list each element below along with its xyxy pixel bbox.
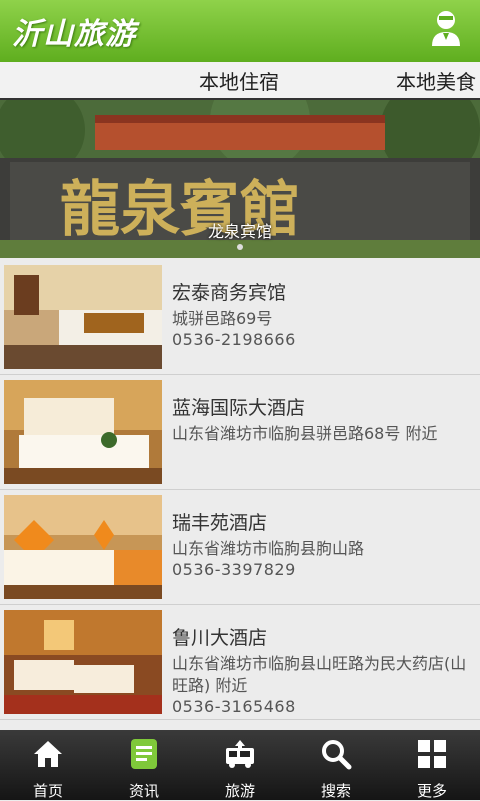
hotel-address: 山东省潍坊市临朐县朐山路 [172,539,365,558]
nav-search-label: 搜索 [320,782,351,800]
hotel-name: 蓝海国际大酒店 [172,397,306,419]
nav-home-label: 首页 [32,782,63,800]
banner-page-indicator [237,244,243,250]
hotel-thumbnail [4,265,162,369]
hotel-item[interactable]: 宏泰商务宾馆 城骈邑路69号 0536-2198666 [0,260,480,375]
nav-travel[interactable]: 旅游 [192,730,288,800]
app-header: 沂山旅游 [0,0,480,62]
hotel-thumbnail [4,610,162,714]
app-title: 沂山旅游 [12,17,136,52]
hotel-item[interactable]: 瑞丰苑酒店 山东省潍坊市临朐县朐山路 0536-3397829 [0,490,480,605]
hotel-address: 山东省潍坊市临朐县骈邑路68号 附近 [172,424,438,443]
hotel-thumbnail [4,495,162,599]
user-icon[interactable] [430,10,462,48]
hotel-address: 山东省潍坊市临朐县山旺路为民大药店(山旺路) 附近 [172,654,467,695]
hotel-thumbnail [4,380,162,484]
nav-news[interactable]: 资讯 [96,730,192,800]
home-icon [34,741,62,767]
bottom-navigation: 首页 资讯 旅游 搜索 更多 [0,730,480,800]
tab-local-lodging[interactable]: 本地住宿 [199,66,279,95]
hotel-name: 瑞丰苑酒店 [172,512,268,534]
hotel-name: 宏泰商务宾馆 [172,282,287,304]
tab-local-food[interactable]: 本地美食 [396,66,476,95]
bus-icon [226,740,254,768]
hotel-item[interactable]: 鲁川大酒店 山东省潍坊市临朐县山旺路为民大药店(山旺路) 附近 0536-316… [0,605,480,720]
nav-more-label: 更多 [416,782,447,800]
nav-more[interactable]: 更多 [384,730,480,800]
hotel-name: 鲁川大酒店 [172,627,268,649]
nav-search[interactable]: 搜索 [288,730,384,800]
search-icon [322,740,352,770]
more-icon [418,740,446,768]
nav-travel-label: 旅游 [224,782,255,800]
hotel-phone: 0536-3397829 [172,560,296,579]
hotel-phone: 0536-3165468 [172,697,296,716]
nav-home[interactable]: 首页 [0,730,96,800]
hotel-address: 城骈邑路69号 [172,309,273,328]
banner-slider[interactable]: 龍泉賓館 龙泉宾馆 [0,100,480,258]
banner-caption: 龙泉宾馆 [207,222,272,241]
hotel-list: 宏泰商务宾馆 城骈邑路69号 0536-2198666 蓝海国际大酒店 山东省潍… [0,260,480,720]
news-icon [131,739,157,769]
hotel-item[interactable]: 蓝海国际大酒店 山东省潍坊市临朐县骈邑路68号 附近 [0,375,480,490]
category-tabs: 本地住宿 本地美食 [0,62,480,100]
nav-news-label: 资讯 [128,782,159,800]
hotel-phone: 0536-2198666 [172,330,296,349]
